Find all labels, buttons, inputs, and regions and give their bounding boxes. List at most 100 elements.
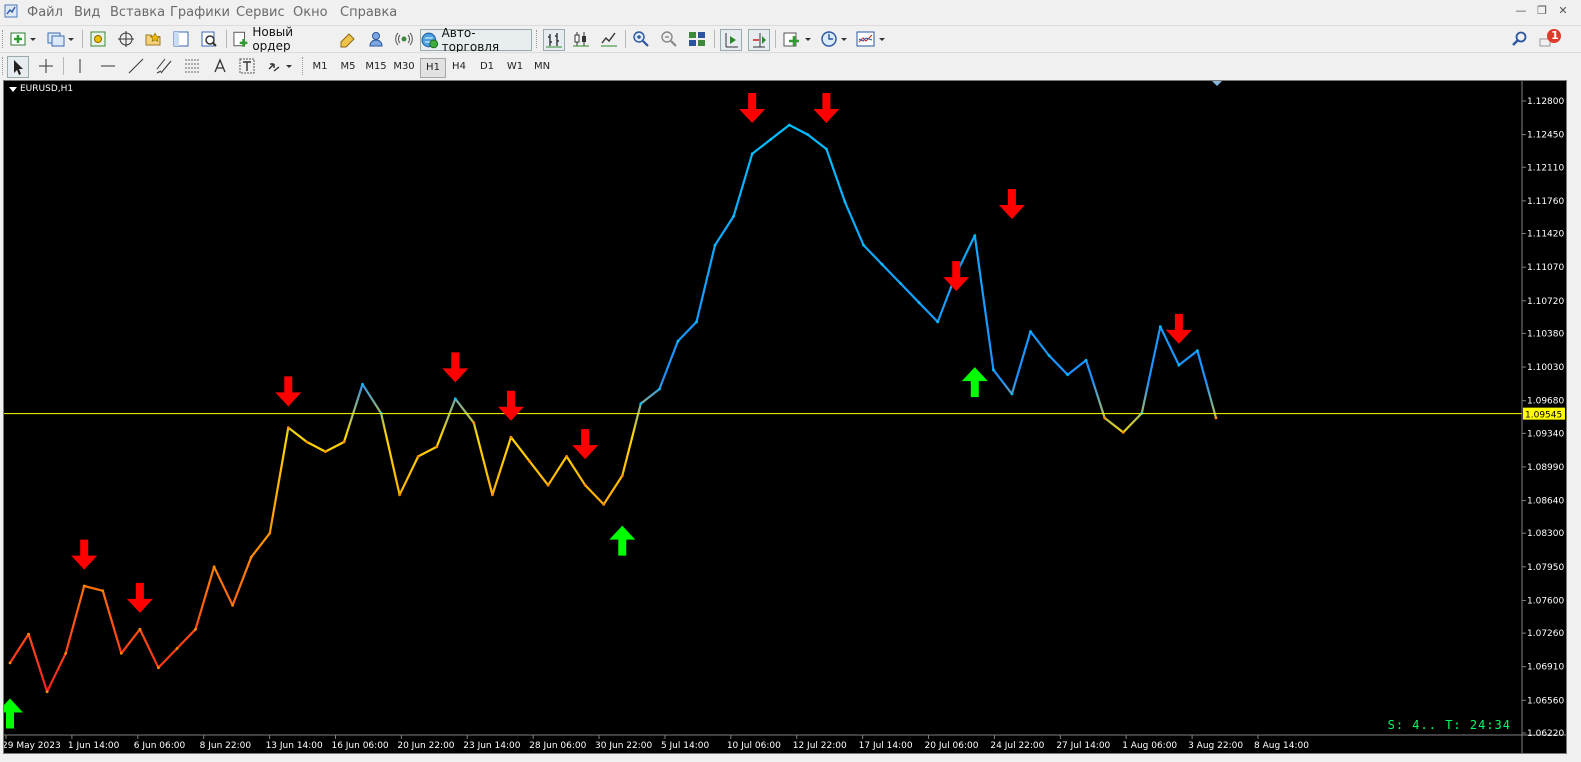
menu-window[interactable]: Окно <box>293 5 328 20</box>
auto-scroll-button[interactable] <box>720 29 742 51</box>
x-tick-label: 6 Jun 06:00 <box>134 741 186 751</box>
chart-shift-marker[interactable] <box>1212 81 1222 86</box>
price-chart[interactable]: 1.09545 1.12800 1.12450 1.12110 1.11760 1.114… <box>4 81 1566 753</box>
price-point <box>249 555 253 559</box>
bar-chart-button[interactable] <box>543 29 565 51</box>
terminal-button[interactable] <box>171 29 191 49</box>
toolbar-grip[interactable] <box>302 57 306 75</box>
sell-signal-arrow <box>71 539 98 570</box>
price-point <box>639 402 643 405</box>
profiles-button[interactable] <box>44 29 76 49</box>
periodicity-button[interactable] <box>819 29 849 49</box>
equidistant-channel-button[interactable] <box>154 56 174 76</box>
price-point <box>268 531 272 535</box>
timeframe-m5[interactable]: M5 <box>336 58 360 76</box>
price-point <box>1047 354 1051 357</box>
menu-view[interactable]: Вид <box>74 5 100 20</box>
y-tick-label: 1.08990 <box>1527 463 1564 473</box>
price-point <box>157 666 160 670</box>
x-tick-label: 1 Aug 06:00 <box>1122 741 1177 751</box>
sell-signal-arrow <box>497 390 524 421</box>
line-chart-icon <box>601 32 617 47</box>
new-chart-button[interactable] <box>8 29 38 49</box>
notifications-button[interactable]: 1 <box>1537 29 1563 49</box>
x-tick-label: 10 Jul 06:00 <box>727 741 781 751</box>
restore-icon[interactable]: ❐ <box>1535 4 1549 18</box>
timeframe-h4[interactable]: H4 <box>447 58 471 76</box>
new-order-button[interactable]: Новый ордер <box>232 25 332 53</box>
menu-insert[interactable]: Вставка <box>110 5 165 20</box>
autotrading-button[interactable]: Авто-торговля <box>420 26 532 54</box>
y-tick-label: 1.12800 <box>1527 97 1564 107</box>
menu-help[interactable]: Справка <box>340 5 397 20</box>
minimize-icon[interactable]: — <box>1514 4 1528 18</box>
chart-window[interactable]: 1.09545 1.12800 1.12450 1.12110 1.11760 1.114… <box>3 80 1567 754</box>
price-point <box>1029 330 1032 333</box>
standard-toolbar: Новый ордер Авто-торговля 1 <box>0 25 1581 54</box>
y-tick-label: 1.08300 <box>1527 529 1564 539</box>
price-point <box>992 368 995 372</box>
indicators-button[interactable] <box>781 29 813 49</box>
x-tick-label: 30 Jun 22:00 <box>595 741 652 751</box>
cursor-button[interactable] <box>7 56 29 78</box>
toolbar-grip[interactable] <box>536 30 540 48</box>
menu-bar: Файл Вид Вставка Графики Сервис Окно Спр… <box>0 0 1581 24</box>
timeframe-mn[interactable]: MN <box>530 58 554 76</box>
search-button[interactable] <box>1510 29 1530 49</box>
chart-shift-button[interactable] <box>748 29 770 51</box>
vertical-line-button[interactable] <box>70 56 90 76</box>
data-window-button[interactable] <box>116 29 136 49</box>
navigator-icon <box>145 32 161 46</box>
timeframe-w1[interactable]: W1 <box>503 58 527 76</box>
zoom-in-button[interactable] <box>631 29 651 49</box>
signals-button[interactable] <box>394 29 414 49</box>
close-icon[interactable]: ✕ <box>1556 4 1570 18</box>
price-point <box>1010 392 1014 396</box>
menu-tools[interactable]: Сервис <box>236 5 285 20</box>
price-point <box>713 243 717 247</box>
community-button[interactable] <box>366 29 386 49</box>
menu-file[interactable]: Файл <box>27 5 63 20</box>
fibonacci-button[interactable] <box>182 56 202 76</box>
y-tick-label: 1.09340 <box>1527 429 1564 439</box>
x-tick-label: 5 Jul 14:00 <box>661 741 710 751</box>
tile-windows-button[interactable] <box>687 29 707 49</box>
x-tick-label: 20 Jun 22:00 <box>397 741 454 751</box>
price-point <box>27 632 30 636</box>
notification-count-badge: 1 <box>1551 29 1559 42</box>
horizontal-line-button[interactable] <box>98 56 118 76</box>
price-point <box>936 320 940 324</box>
terminal-icon <box>173 31 189 47</box>
toolbar-grip[interactable] <box>2 30 6 48</box>
arrows-button[interactable] <box>265 56 295 76</box>
line-chart-button[interactable] <box>599 29 619 49</box>
candlestick-button[interactable] <box>571 29 591 49</box>
chart-menu-triangle-icon[interactable] <box>9 87 17 92</box>
toolbar-grip[interactable] <box>2 57 6 75</box>
y-tick-label: 1.10720 <box>1527 297 1564 307</box>
menu-charts[interactable]: Графики <box>170 5 230 20</box>
navigator-button[interactable] <box>143 29 163 49</box>
price-point <box>491 493 494 497</box>
timeframe-d1[interactable]: D1 <box>475 58 499 76</box>
x-tick-label: 17 Jul 14:00 <box>859 741 913 751</box>
market-watch-button[interactable] <box>88 29 108 49</box>
text-label-button[interactable] <box>237 56 257 76</box>
price-point <box>416 455 420 458</box>
cursor-arrow-icon <box>14 60 23 75</box>
timeframe-m15[interactable]: M15 <box>364 58 388 76</box>
timeframe-m30[interactable]: M30 <box>392 58 416 76</box>
price-point <box>862 243 865 247</box>
strategy-tester-button[interactable] <box>199 29 219 49</box>
sell-signal-arrow <box>275 376 302 407</box>
zoom-out-button[interactable] <box>659 29 679 49</box>
metaeditor-button[interactable] <box>338 29 358 49</box>
timeframe-m1[interactable]: M1 <box>308 58 332 76</box>
text-button[interactable] <box>210 56 230 76</box>
trendline-button[interactable] <box>126 56 146 76</box>
timeframe-h1[interactable]: H1 <box>420 58 446 78</box>
x-tick-label: 29 May 2023 <box>4 741 61 751</box>
crosshair-button[interactable] <box>36 56 56 76</box>
crosshair-icon <box>39 59 53 73</box>
templates-button[interactable] <box>855 29 887 49</box>
